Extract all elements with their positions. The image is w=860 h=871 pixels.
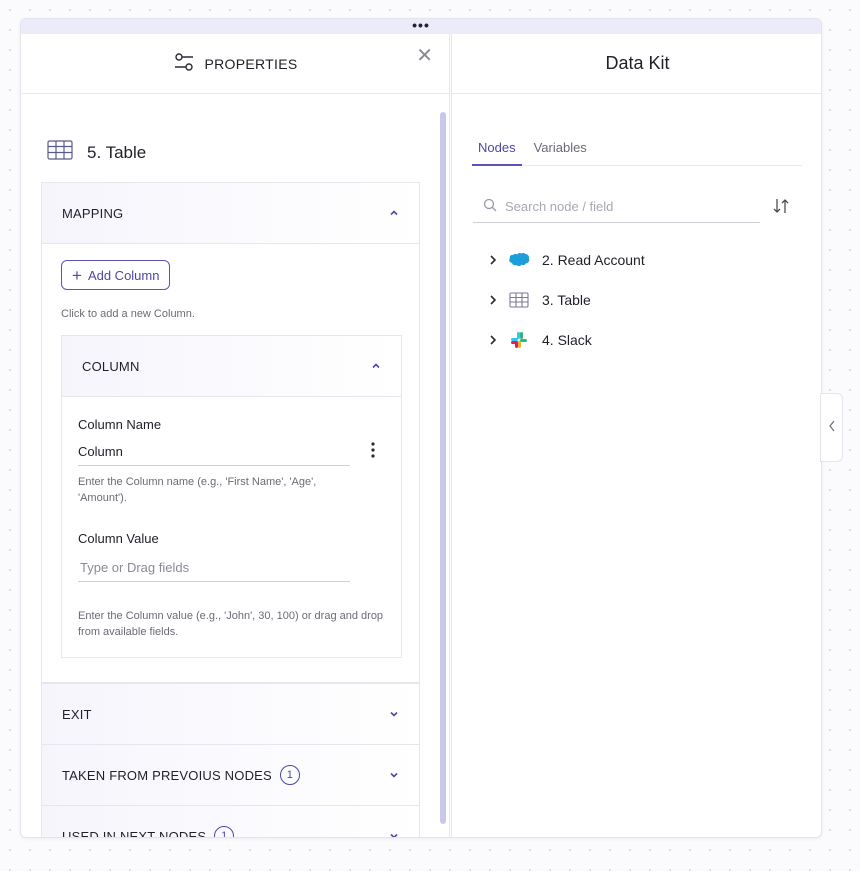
add-column-hint: Click to add a new Column. <box>61 308 195 320</box>
panel-drag-handle[interactable]: ••• <box>21 19 821 34</box>
used-in-count-badge: 1 <box>214 826 235 837</box>
tab-variables[interactable]: Variables <box>528 122 593 165</box>
salesforce-icon <box>508 249 530 271</box>
tree-item-label: 3. Table <box>542 292 591 308</box>
plus-icon: + <box>72 265 82 285</box>
chevron-right-icon[interactable] <box>486 293 500 307</box>
properties-header: PROPERTIES ✕ <box>21 34 449 94</box>
node-title: 5. Table <box>87 142 147 162</box>
exit-header[interactable]: EXIT <box>42 684 419 744</box>
taken-from-section[interactable]: TAKEN FROM PREVOIUS NODES 1 <box>41 744 420 806</box>
tab-nodes[interactable]: Nodes <box>472 122 522 166</box>
exit-section[interactable]: EXIT <box>41 683 420 745</box>
chevron-right-icon[interactable] <box>486 253 500 267</box>
search-input[interactable] <box>505 198 745 214</box>
chevron-up-icon[interactable] <box>371 359 381 374</box>
datakit-pane: Data Kit Nodes Variables Search node / f… <box>451 34 821 837</box>
collapse-panel-button[interactable] <box>820 393 843 462</box>
column-name-label: Column Name <box>78 417 162 432</box>
table-icon <box>47 140 73 165</box>
column-header[interactable]: COLUMN <box>62 336 401 396</box>
taken-from-count-badge: 1 <box>279 765 300 785</box>
workflow-panel: ••• PROPERTIES ✕ 5. Table MAPPING + Add … <box>20 18 822 838</box>
sliders-icon <box>173 51 195 76</box>
mapping-header[interactable]: MAPPING <box>42 183 419 243</box>
exit-title: EXIT <box>62 706 92 722</box>
used-in-section[interactable]: USED IN NEXT NODES 1 <box>41 805 420 838</box>
datakit-header: Data Kit <box>452 34 821 94</box>
sort-icon[interactable] <box>771 196 791 216</box>
mapping-body: + Add Column Click to add a new Column. … <box>42 243 419 683</box>
tree-item-table[interactable]: 3. Table <box>486 288 591 312</box>
column-value-field[interactable]: Type or Drag fields <box>78 554 350 582</box>
mapping-section: MAPPING + Add Column Click to add a new … <box>41 182 420 683</box>
mapping-title: MAPPING <box>62 205 124 221</box>
properties-scrollbar[interactable] <box>440 112 446 824</box>
drag-dots-icon: ••• <box>412 18 430 33</box>
column-name-value: Column <box>78 444 123 459</box>
tree-item-read-account[interactable]: 2. Read Account <box>486 248 645 272</box>
slack-icon <box>508 329 530 351</box>
node-heading: 5. Table <box>47 140 146 165</box>
add-column-label: Add Column <box>87 267 160 283</box>
chevron-down-icon[interactable] <box>389 707 399 722</box>
used-in-title: USED IN NEXT NODES <box>62 828 207 838</box>
column-title: COLUMN <box>82 358 140 374</box>
search-box <box>473 190 760 223</box>
properties-pane: PROPERTIES ✕ 5. Table MAPPING + Add Colu… <box>21 34 450 838</box>
tree-item-slack[interactable]: 4. Slack <box>486 328 592 352</box>
datakit-title: Data Kit <box>605 53 670 73</box>
properties-title: PROPERTIES <box>204 55 298 72</box>
column-value-label: Column Value <box>78 531 159 546</box>
taken-from-title: TAKEN FROM PREVOIUS NODES <box>62 767 272 783</box>
column-value-hint: Enter the Column value (e.g., 'John', 30… <box>78 610 384 638</box>
chevron-right-icon[interactable] <box>486 333 500 347</box>
column-card: COLUMN Column Name Column Enter the Colu… <box>61 335 402 658</box>
datakit-tabs: Nodes Variables <box>472 122 802 166</box>
used-in-header[interactable]: USED IN NEXT NODES 1 <box>42 806 419 838</box>
column-name-hint: Enter the Column name (e.g., 'First Name… <box>78 476 317 504</box>
search-icon <box>483 198 497 215</box>
chevron-left-icon <box>828 419 836 436</box>
more-vertical-icon[interactable] <box>367 440 379 460</box>
add-column-button[interactable]: + Add Column <box>61 260 171 290</box>
column-value-placeholder: Type or Drag fields <box>80 560 190 575</box>
column-name-field[interactable]: Column <box>78 438 350 466</box>
chevron-up-icon[interactable] <box>389 206 399 221</box>
chevron-down-icon[interactable] <box>389 768 399 783</box>
table-icon <box>508 289 530 311</box>
close-icon[interactable]: ✕ <box>416 46 433 66</box>
taken-from-header[interactable]: TAKEN FROM PREVOIUS NODES 1 <box>42 745 419 805</box>
tree-item-label: 4. Slack <box>542 332 592 348</box>
chevron-down-icon[interactable] <box>389 829 399 837</box>
tree-item-label: 2. Read Account <box>542 252 645 268</box>
